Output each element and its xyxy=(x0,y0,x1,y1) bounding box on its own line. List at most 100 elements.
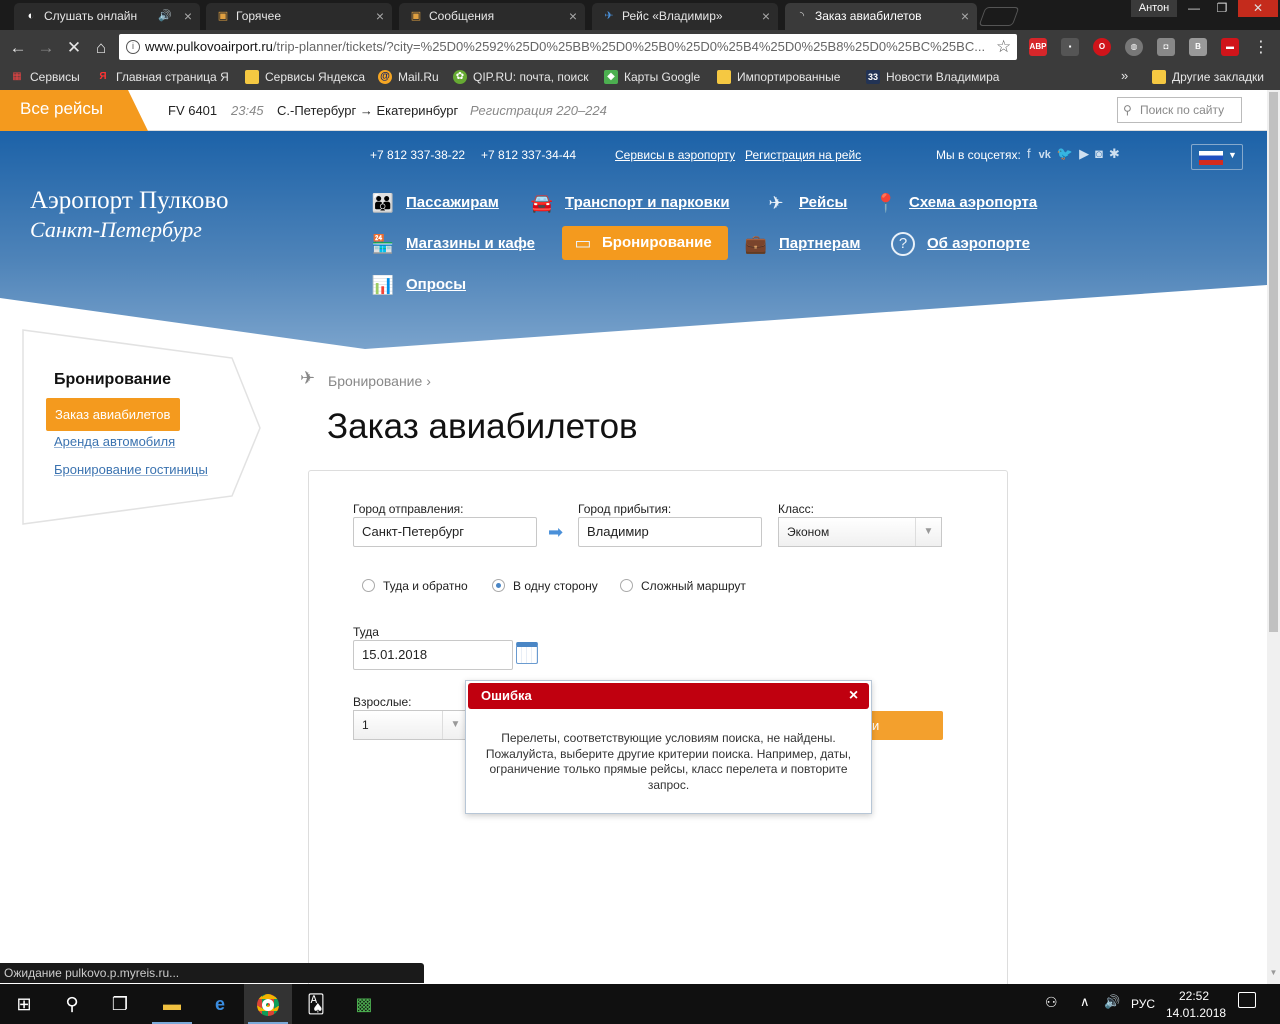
sidebar-item-hotel[interactable]: Бронирование гостиницы xyxy=(54,462,208,477)
profile-button[interactable]: Антон xyxy=(1131,0,1177,17)
nav-scheme[interactable]: 📍 Схема аэропорта xyxy=(873,189,1037,217)
adults-select[interactable]: 1 ▼ xyxy=(353,710,469,740)
bookmark-yandex-home[interactable]: Я Главная страница Я xyxy=(96,68,234,86)
bookmark-google-maps[interactable]: ◆ Карты Google xyxy=(604,68,700,86)
bookmark-mailru[interactable]: @ Mail.Ru xyxy=(378,68,439,86)
clock-time[interactable]: 22:52 xyxy=(1166,989,1222,1003)
restore-icon[interactable]: ❐ xyxy=(1208,0,1236,17)
back-arrow-icon[interactable]: ← xyxy=(7,37,29,59)
nav-transport[interactable]: 🚘 Транспорт и парковки xyxy=(529,189,730,217)
nav-flights[interactable]: ✈ Рейсы xyxy=(763,189,847,217)
radio-round-trip[interactable] xyxy=(362,579,375,592)
depart-date-input[interactable]: 15.01.2018 xyxy=(353,640,513,670)
input-language[interactable]: РУС xyxy=(1131,997,1155,1011)
instagram-icon[interactable]: ◙ xyxy=(1095,146,1103,161)
sidebar-item-car-rental[interactable]: Аренда автомобиля xyxy=(54,434,175,449)
nav-polls[interactable]: 📊 Опросы xyxy=(370,271,466,299)
bookmark-yandex-services[interactable]: Сервисы Яндекса xyxy=(245,68,365,86)
language-select[interactable]: ▼ xyxy=(1191,144,1243,170)
youtube-icon[interactable]: ▶ xyxy=(1079,146,1089,161)
tab-hot[interactable]: ▣ Горячее × xyxy=(206,3,392,30)
phone-2[interactable]: +7 812 337-34-44 xyxy=(481,148,576,162)
odnoklassniki-icon[interactable]: ✱ xyxy=(1109,146,1120,161)
bookmark-qip[interactable]: ✿ QIP.RU: почта, поиск xyxy=(453,68,589,86)
bookmark-vladimir-news[interactable]: 33 Новости Владимира xyxy=(866,68,1002,86)
minimize-icon[interactable]: — xyxy=(1180,0,1208,17)
ticker-flight-number[interactable]: FV 6401 xyxy=(168,103,217,118)
tab-flight-vladimir[interactable]: ✈ Рейс «Владимир» × xyxy=(592,3,778,30)
breadcrumb[interactable]: Бронирование › xyxy=(328,373,431,389)
to-city-input[interactable]: Владимир xyxy=(578,517,762,547)
radio-multi-city[interactable] xyxy=(620,579,633,592)
bookmark-other[interactable]: Другие закладки xyxy=(1152,68,1264,86)
file-explorer-icon[interactable]: ▬ xyxy=(148,984,196,1024)
radio-extension-icon[interactable]: ▬ xyxy=(1221,38,1239,56)
opera-icon[interactable]: O xyxy=(1093,38,1111,56)
game-icon[interactable]: ▩ xyxy=(340,984,388,1024)
sidebar-item-tickets[interactable]: Заказ авиабилетов xyxy=(46,398,180,431)
all-flights-button[interactable]: Все рейсы xyxy=(0,90,148,131)
close-icon[interactable]: × xyxy=(376,8,384,24)
multi-city-label[interactable]: Сложный маршрут xyxy=(641,579,746,593)
edge-icon[interactable]: e xyxy=(196,984,244,1024)
home-icon[interactable]: ⌂ xyxy=(90,37,112,59)
task-view-icon[interactable]: ❐ xyxy=(96,984,144,1024)
close-icon[interactable]: × xyxy=(184,8,192,24)
chevron-more-icon[interactable]: » xyxy=(1121,68,1128,83)
clock-date[interactable]: 14.01.2018 xyxy=(1166,1006,1226,1020)
audio-icon[interactable]: 🔊 xyxy=(158,9,172,22)
chrome-icon[interactable] xyxy=(244,984,292,1024)
calendar-icon[interactable] xyxy=(516,642,538,664)
logo-line1[interactable]: Аэропорт Пулково xyxy=(30,187,228,215)
stop-loading-icon[interactable]: ✕ xyxy=(63,37,85,59)
nav-passengers[interactable]: 👪 Пассажирам xyxy=(370,189,499,217)
airport-services-link[interactable]: Сервисы в аэропорту xyxy=(615,148,735,162)
volume-icon[interactable]: 🔊 xyxy=(1104,994,1120,1010)
phone-1[interactable]: +7 812 337-38-22 xyxy=(370,148,465,162)
close-icon[interactable]: × xyxy=(762,8,770,24)
new-tab-button[interactable] xyxy=(978,7,1020,26)
extension-icon[interactable]: ▪ xyxy=(1061,38,1079,56)
registration-link[interactable]: Регистрация на рейс xyxy=(745,148,861,162)
camera-icon[interactable]: ◘ xyxy=(1157,38,1175,56)
close-icon[interactable]: × xyxy=(961,8,969,24)
bookmark-star-icon[interactable]: ☆ xyxy=(996,37,1011,57)
tab-messages[interactable]: ▣ Сообщения × xyxy=(399,3,585,30)
window-close-icon[interactable]: ✕ xyxy=(1238,0,1278,17)
radio-one-way[interactable] xyxy=(492,579,505,592)
people-icon[interactable]: ⚇ xyxy=(1045,994,1058,1011)
twitter-icon[interactable]: 🐦 xyxy=(1057,146,1073,161)
nav-booking[interactable]: ▭ Бронирование xyxy=(562,226,728,260)
vk-icon[interactable]: vk xyxy=(1039,149,1051,161)
search-icon[interactable]: ⚲ xyxy=(48,984,96,1024)
solitaire-icon[interactable]: 🂡 xyxy=(292,984,340,1024)
chevron-up-icon[interactable]: ∧ xyxy=(1080,994,1090,1010)
tab-listen-online[interactable]: ◐ Слушать онлайн 🔊 × xyxy=(14,3,200,30)
info-icon[interactable]: i xyxy=(126,40,140,54)
bookmark-imported[interactable]: Импортированные xyxy=(717,68,853,86)
scrollbar-thumb[interactable] xyxy=(1269,92,1278,632)
close-icon[interactable]: × xyxy=(569,8,577,24)
nav-shops[interactable]: 🏪 Магазины и кафе xyxy=(370,230,535,258)
adblock-icon[interactable]: ABP xyxy=(1029,38,1047,56)
tab-ticket-order[interactable]: ◝ Заказ авиабилетов × xyxy=(785,3,977,30)
facebook-icon[interactable]: f xyxy=(1027,146,1031,161)
notifications-icon[interactable] xyxy=(1238,992,1256,1008)
from-city-input[interactable]: Санкт-Петербург xyxy=(353,517,537,547)
menu-icon[interactable]: ⋮ xyxy=(1250,37,1272,59)
bookmark-services[interactable]: ▦ Сервисы xyxy=(10,68,79,86)
logo-line2[interactable]: Санкт-Петербург xyxy=(30,217,202,243)
scroll-down-icon[interactable]: ▼ xyxy=(1269,968,1278,980)
globe-icon[interactable]: ◍ xyxy=(1125,38,1143,56)
vk-extension-icon[interactable]: B xyxy=(1189,38,1207,56)
site-search-input[interactable]: ⚲ Поиск по сайту xyxy=(1117,97,1242,123)
one-way-label[interactable]: В одну сторону xyxy=(513,579,598,593)
address-bar[interactable]: i www.pulkovoairport.ru/trip-planner/tic… xyxy=(119,34,1017,60)
close-icon[interactable]: × xyxy=(847,688,860,704)
nav-partners[interactable]: 💼 Партнерам xyxy=(743,230,861,258)
round-trip-label[interactable]: Туда и обратно xyxy=(383,579,468,593)
forward-arrow-icon[interactable]: → xyxy=(35,37,57,59)
class-select[interactable]: Эконом ▼ xyxy=(778,517,942,547)
search-flights-button[interactable]: и xyxy=(870,711,943,740)
windows-start-icon[interactable]: ⊞ xyxy=(0,984,48,1024)
